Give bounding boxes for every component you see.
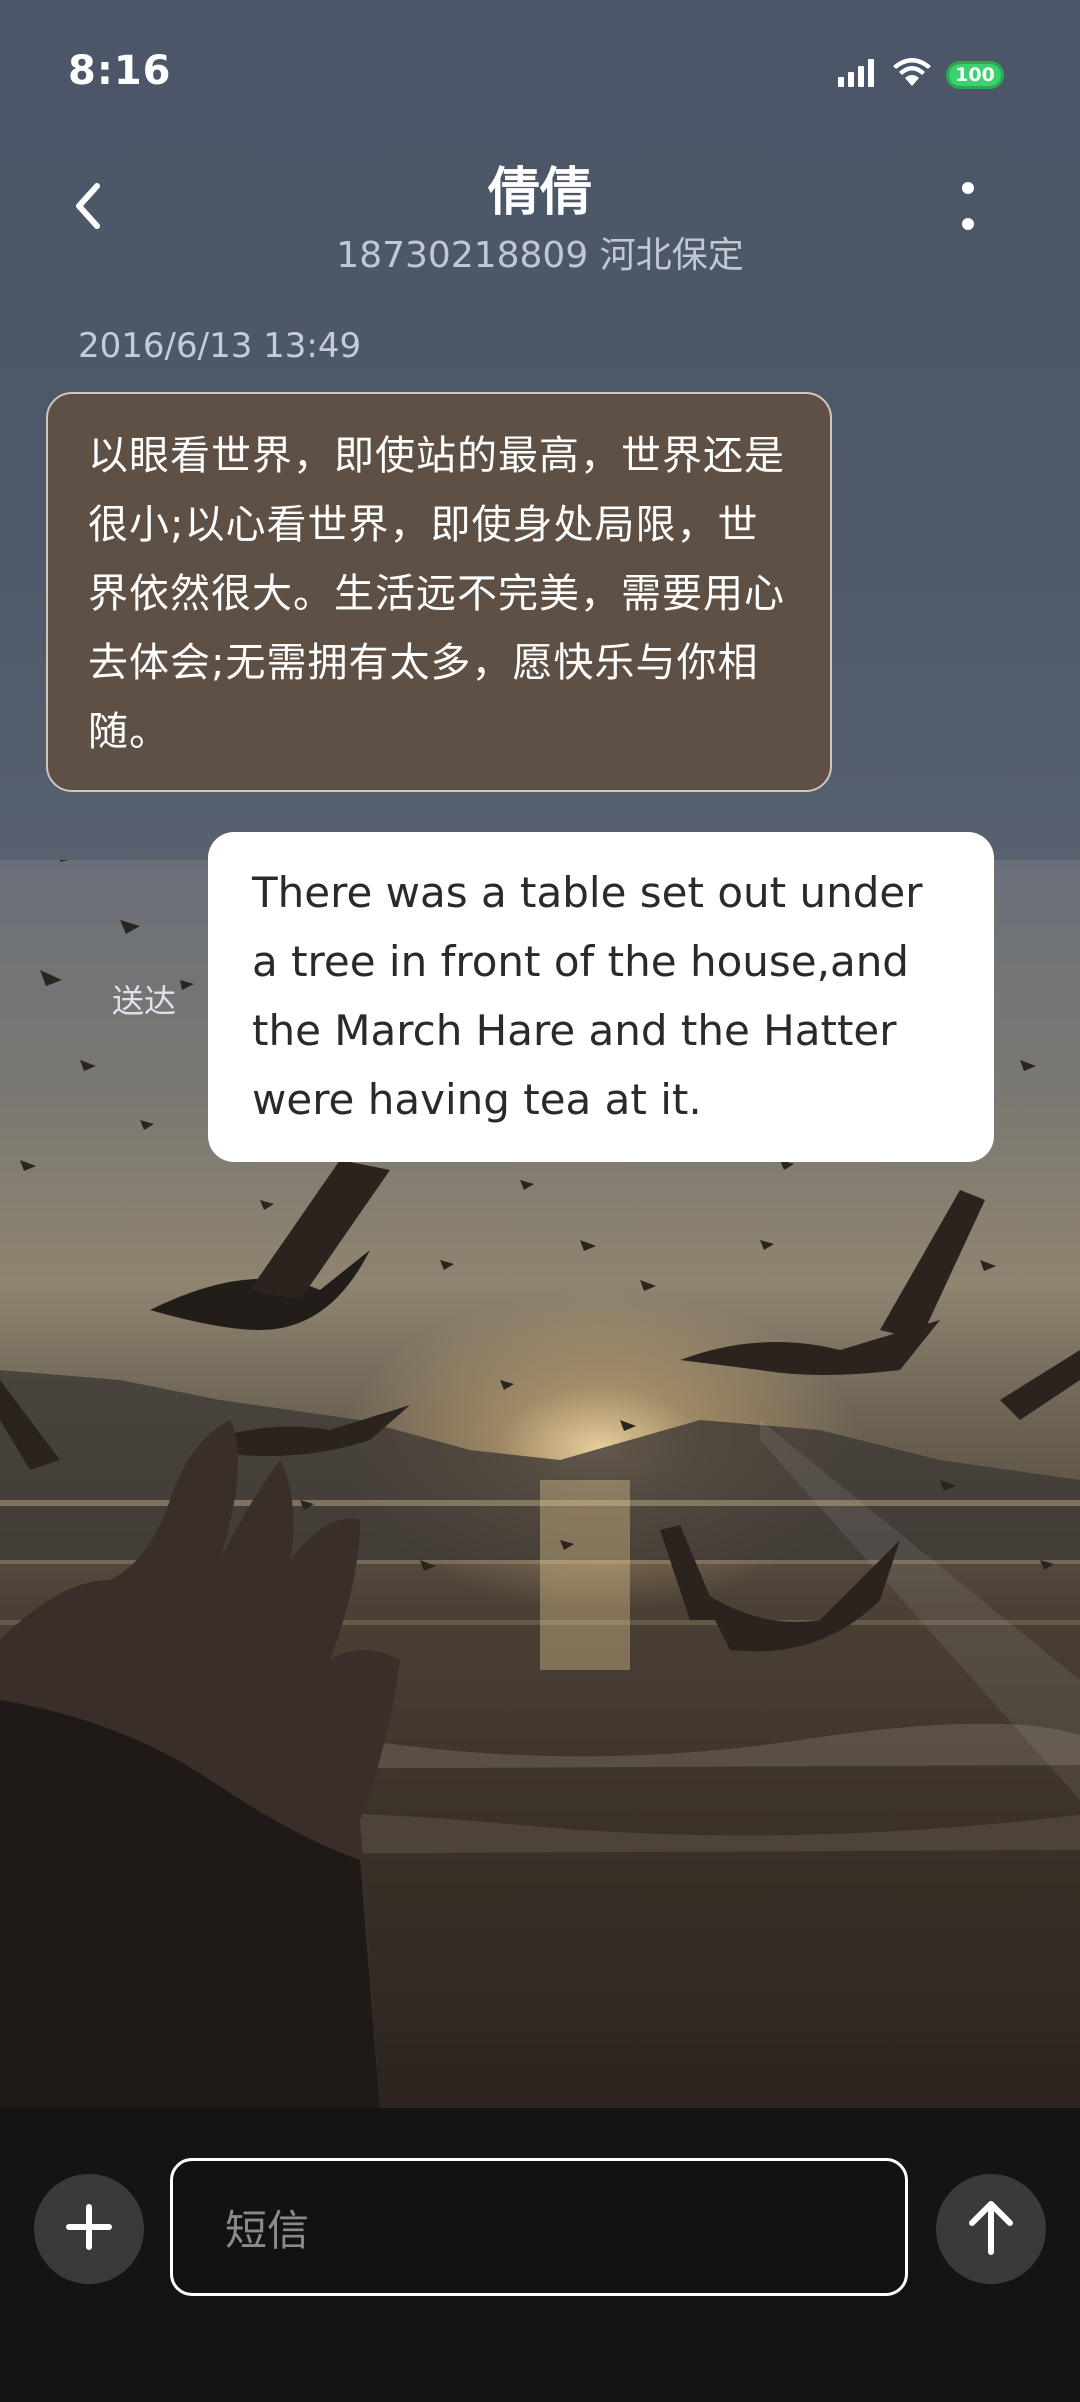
message-timestamp: 2016/6/13 13:49 xyxy=(78,326,362,366)
send-button[interactable] xyxy=(936,2174,1046,2284)
attach-button[interactable] xyxy=(34,2174,144,2284)
wifi-icon xyxy=(892,58,932,92)
message-input-placeholder: 短信 xyxy=(225,2205,310,2255)
arrow-up-icon xyxy=(966,2198,1016,2260)
status-icons: 100 xyxy=(838,58,1004,92)
message-input[interactable]: 短信 xyxy=(170,2158,908,2296)
more-options-button[interactable] xyxy=(940,180,996,236)
incoming-message-bubble[interactable]: 以眼看世界，即使站的最高，世界还是很小;以心看世界，即使身处局限，世界依然很大。… xyxy=(46,392,832,792)
contact-name: 倩倩 xyxy=(487,163,592,223)
delivery-status: 送达 xyxy=(112,982,177,1020)
status-time: 8:16 xyxy=(68,48,172,94)
signal-icon xyxy=(838,59,878,91)
contact-subtitle: 18730218809 河北保定 xyxy=(336,235,744,276)
battery-icon: 100 xyxy=(946,61,1004,89)
more-vertical-icon xyxy=(961,181,975,235)
outgoing-message-bubble[interactable]: There was a table set out under a tree i… xyxy=(208,832,994,1162)
plus-icon xyxy=(65,2203,113,2255)
